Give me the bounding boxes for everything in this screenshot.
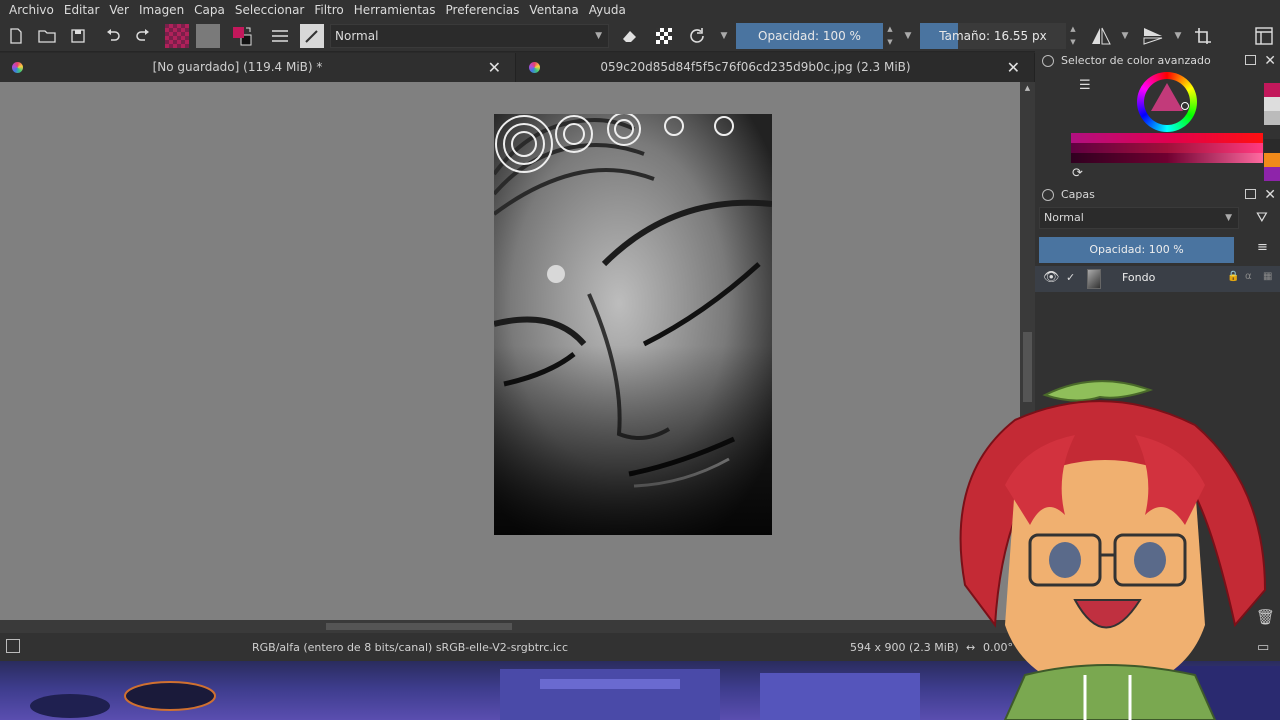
alpha-lock-icon[interactable] <box>652 24 676 48</box>
layer-name: Fondo <box>1122 271 1156 284</box>
menu-herramientas[interactable]: Herramientas <box>349 3 441 17</box>
size-spin-buttons[interactable]: ▲ ▼ <box>1067 23 1079 49</box>
menu-filtro[interactable]: Filtro <box>309 3 348 17</box>
dropdown-arrow-icon[interactable]: ▼ <box>712 24 736 48</box>
color-sliders[interactable] <box>1071 133 1263 163</box>
selector-settings-icon[interactable]: ☰ <box>1079 78 1091 93</box>
layer-blend-mode-value: Normal <box>1044 211 1084 224</box>
menu-archivo[interactable]: Archivo <box>4 3 59 17</box>
layer-menu-icon[interactable]: ≡ <box>1257 240 1268 255</box>
close-icon[interactable]: ✕ <box>1264 184 1276 206</box>
layer-alpha-icon[interactable]: ▦ <box>1263 271 1272 282</box>
brush-preset-icon[interactable] <box>300 24 324 48</box>
menu-bar: Archivo Editar Ver Imagen Capa Seleccion… <box>0 0 1280 20</box>
horizontal-scroll-thumb[interactable] <box>326 623 512 630</box>
menu-capa[interactable]: Capa <box>189 3 230 17</box>
hue-handle[interactable] <box>1181 102 1189 110</box>
layer-lock-icon[interactable]: 🔒 <box>1227 271 1239 282</box>
new-document-icon[interactable] <box>4 24 28 48</box>
layers-title-bar: Capas ✕ <box>1035 184 1280 206</box>
menu-editar[interactable]: Editar <box>59 3 105 17</box>
layer-opacity-label: Opacidad: 100 % <box>1089 243 1184 256</box>
lock-icon[interactable] <box>1042 55 1054 67</box>
close-icon[interactable]: ✕ <box>1264 50 1276 72</box>
blend-mode-select[interactable]: Normal ▼ <box>330 24 609 48</box>
reload-preset-icon[interactable] <box>685 24 709 48</box>
layers-title: Capas <box>1061 188 1095 201</box>
status-bar: RGB/alfa (entero de 8 bits/canal) sRGB-e… <box>0 633 1035 661</box>
hue-ring-selector[interactable] <box>1137 72 1197 132</box>
float-panel-icon[interactable] <box>1245 55 1256 65</box>
tab-jpg-file-label: 059c20d85d84f5f5c76f06cd235d9b0c.jpg (2.… <box>600 60 911 74</box>
float-panel-icon[interactable] <box>1245 189 1256 199</box>
color-space-info: RGB/alfa (entero de 8 bits/canal) sRGB-e… <box>252 641 569 654</box>
saturation-triangle[interactable] <box>1151 83 1183 111</box>
opacity-slider[interactable]: Opacidad: 100 % <box>736 23 883 49</box>
horizontal-scrollbar[interactable] <box>0 620 1035 633</box>
color-selector-title-bar: Selector de color avanzado ✕ <box>1035 50 1280 72</box>
image-size-info: 594 x 900 (2.3 MiB) <box>850 641 959 654</box>
tab-unsaved[interactable]: [No guardado] (119.4 MiB) * ✕ <box>0 53 516 82</box>
document-tab-bar: [No guardado] (119.4 MiB) * ✕ 059c20d85d… <box>0 53 1035 82</box>
reset-color-icon[interactable]: ⟳ <box>1072 166 1083 181</box>
lock-icon[interactable] <box>1042 189 1054 201</box>
redo-icon[interactable] <box>131 24 155 48</box>
mirror-h-dropdown-icon[interactable]: ▼ <box>1113 24 1137 48</box>
mirror-vertical-icon[interactable] <box>1141 24 1165 48</box>
brush-settings-icon[interactable] <box>268 24 292 48</box>
buddha-artwork-image <box>494 114 772 535</box>
save-icon[interactable] <box>66 24 90 48</box>
close-icon[interactable]: ✕ <box>488 53 501 82</box>
scroll-up-icon[interactable]: ▲ <box>1020 84 1035 92</box>
color-history-swatches[interactable] <box>1264 83 1280 183</box>
tab-jpg-file[interactable]: 059c20d85d84f5f5c76f06cd235d9b0c.jpg (2.… <box>517 53 1035 82</box>
mirror-v-dropdown-icon[interactable]: ▼ <box>1166 24 1190 48</box>
blend-mode-value: Normal <box>335 29 379 43</box>
undo-icon[interactable] <box>101 24 125 48</box>
chevron-down-icon: ▼ <box>595 31 602 41</box>
size-slider[interactable]: Tamaño: 16.55 px <box>920 23 1066 49</box>
chevron-down-icon: ▼ <box>1225 213 1232 223</box>
layer-blend-mode-select[interactable]: Normal ▼ <box>1039 207 1239 229</box>
layer-opacity-slider[interactable]: Opacidad: 100 % <box>1039 237 1234 263</box>
close-icon[interactable]: ✕ <box>1007 53 1020 82</box>
menu-preferencias[interactable]: Preferencias <box>441 3 525 17</box>
wrap-around-icon[interactable] <box>1191 24 1215 48</box>
tab-unsaved-label: [No guardado] (119.4 MiB) * <box>152 60 323 74</box>
workspace-icon[interactable] <box>1252 24 1276 48</box>
main-toolbar: Normal ▼ ▼ Opacidad: 100 % ▲ ▼ ▼ Tamaño: … <box>0 20 1280 52</box>
filter-icon[interactable]: ⛛ <box>1256 210 1268 226</box>
color-swap-icon[interactable] <box>230 24 254 48</box>
layer-checkbox[interactable]: ✓ <box>1066 271 1075 284</box>
open-folder-icon[interactable] <box>35 24 59 48</box>
opacity-dropdown-icon[interactable]: ▼ <box>896 24 920 48</box>
menu-imagen[interactable]: Imagen <box>134 3 189 17</box>
opacity-slider-label: Opacidad: 100 % <box>758 29 861 43</box>
layer-thumbnail <box>1087 269 1101 289</box>
menu-ventana[interactable]: Ventana <box>524 3 583 17</box>
menu-ver[interactable]: Ver <box>104 3 134 17</box>
gradient-preset-icon[interactable] <box>165 24 189 48</box>
menu-seleccionar[interactable]: Seleccionar <box>230 3 309 17</box>
eraser-icon[interactable] <box>618 24 642 48</box>
selection-mode-icon[interactable] <box>6 639 20 653</box>
opacity-spin-buttons[interactable]: ▲ ▼ <box>884 23 896 49</box>
layer-row-fondo[interactable]: 👁 ✓ Fondo 🔒 α ▦ <box>1035 266 1280 292</box>
mirror-horizontal-icon[interactable] <box>1089 24 1113 48</box>
alpha-inherit-icon[interactable]: α <box>1245 271 1252 282</box>
menu-ayuda[interactable]: Ayuda <box>584 3 631 17</box>
pattern-preset-icon[interactable] <box>196 24 220 48</box>
vtuber-avatar <box>945 375 1280 720</box>
visibility-eye-icon[interactable]: 👁 <box>1043 270 1060 285</box>
size-slider-label: Tamaño: 16.55 px <box>939 29 1047 43</box>
color-selector-title: Selector de color avanzado <box>1061 54 1211 67</box>
